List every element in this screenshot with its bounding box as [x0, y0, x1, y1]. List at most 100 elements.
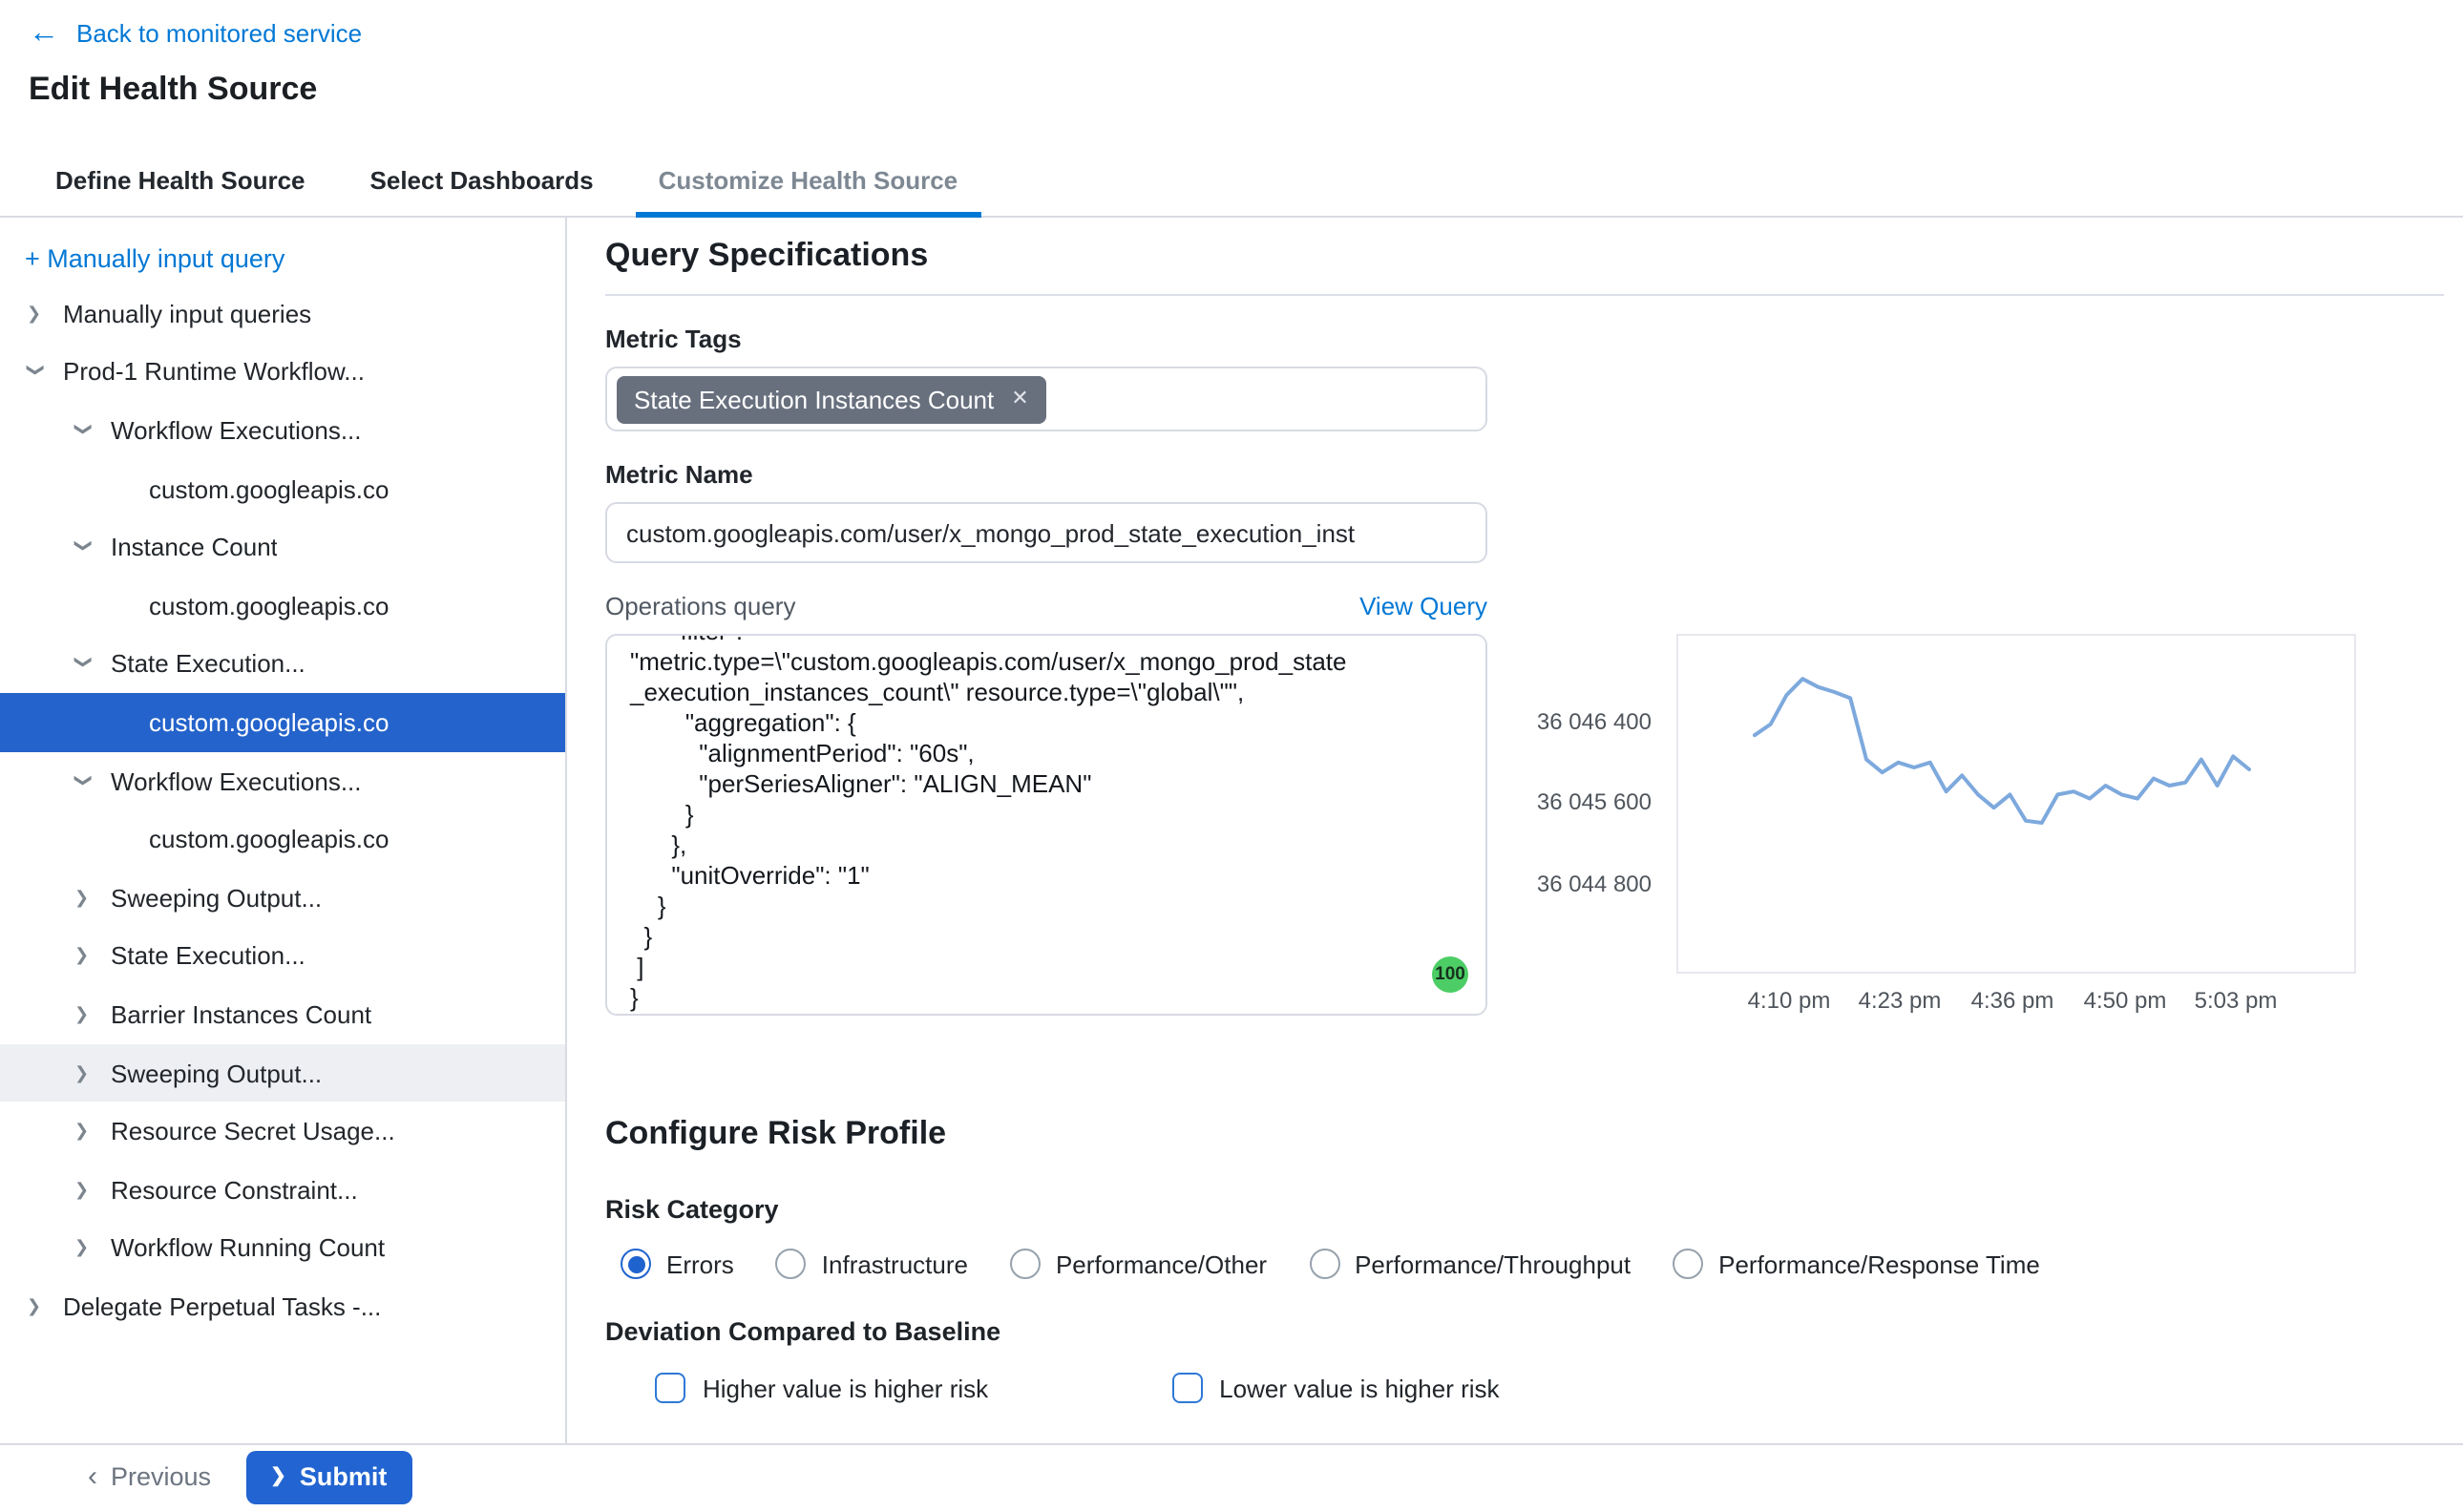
tree-item[interactable]: ❯ Workflow Executions... [0, 752, 565, 810]
tree-item-label: Workflow Running Count [111, 1234, 385, 1263]
chevron-down-icon[interactable]: ❯ [74, 422, 92, 441]
tree-item[interactable]: ❯ Workflow Running Count [0, 1219, 565, 1277]
query-and-chart-row: "filter": "metric.type=\"custom.googleap… [605, 634, 2444, 1016]
back-link[interactable]: ← Back to monitored service [29, 19, 362, 48]
add-manual-query-link[interactable]: + Manually input query [25, 244, 284, 273]
chevron-right-icon[interactable]: ❯ [74, 1123, 94, 1140]
submit-button-label: Submit [300, 1462, 388, 1491]
chart-svg [1678, 636, 2358, 976]
tree-item-label: Resource Secret Usage... [111, 1117, 395, 1145]
tree-item-label: Prod-1 Runtime Workflow... [63, 358, 365, 387]
edit-health-source-page: ← Back to monitored service Edit Health … [0, 0, 2463, 1512]
chevron-right-icon: ❯ [270, 1467, 286, 1486]
tree-item-label: Sweeping Output... [111, 1059, 322, 1087]
submit-button[interactable]: ❯ Submit [245, 1450, 411, 1503]
tree-item[interactable]: ❯ Resource Constraint... [0, 1161, 565, 1219]
chart-xtick-label: 4:10 pm [1748, 987, 1831, 1014]
checkbox-lower-value-higher-risk[interactable]: Lower value is higher risk [1171, 1373, 1499, 1403]
chart-ytick-label: 36 046 400 [1537, 708, 1652, 735]
tree-item[interactable]: ❯ State Execution... [0, 927, 565, 985]
radio-icon[interactable] [1010, 1249, 1041, 1279]
chevron-down-icon[interactable]: ❯ [74, 772, 92, 791]
checkbox-icon[interactable] [655, 1373, 685, 1403]
tree-item[interactable]: ❯ Prod-1 Runtime Workflow... [0, 343, 565, 401]
radio-errors[interactable]: Errors [621, 1249, 734, 1279]
chart-xtick-label: 4:23 pm [1859, 987, 1942, 1014]
checkbox-icon[interactable] [1171, 1373, 1202, 1403]
records-count-badge: 100 [1432, 956, 1468, 993]
radio-performance-other[interactable]: Performance/Other [1010, 1249, 1267, 1279]
chevron-right-icon[interactable]: ❯ [74, 889, 94, 906]
view-query-link[interactable]: View Query [1359, 592, 1487, 620]
tree-item-label: custom.googleapis.co [149, 708, 389, 737]
chevron-right-icon[interactable]: ❯ [74, 1240, 94, 1257]
tree-item-label: Workflow Executions... [111, 416, 362, 445]
wizard-tabs: Define Health Source Select Dashboards C… [0, 145, 2463, 218]
tree-item-label: custom.googleapis.co [149, 474, 389, 503]
chevron-down-icon[interactable]: ❯ [27, 364, 44, 383]
tree-item[interactable]: ❯ Resource Secret Usage... [0, 1102, 565, 1161]
tree-item-label: Workflow Executions... [111, 766, 362, 795]
tree-item-label: Sweeping Output... [111, 883, 322, 912]
tree-item[interactable]: ❯ Instance Count [0, 518, 565, 577]
radio-performance-throughput[interactable]: Performance/Throughput [1309, 1249, 1631, 1279]
tree-item[interactable]: custom.googleapis.co [0, 577, 565, 635]
deviation-options: Higher value is higher risk Lower value … [605, 1373, 2444, 1403]
metric-name-label: Metric Name [605, 460, 2444, 489]
radio-icon[interactable] [776, 1249, 807, 1279]
metric-tags-input[interactable]: State Execution Instances Count ✕ [605, 367, 1487, 431]
tree-item[interactable]: ❯ Delegate Perpetual Tasks -... [0, 1277, 565, 1335]
tab-select-dashboards[interactable]: Select Dashboards [347, 145, 617, 216]
tree-item[interactable]: ❯ Sweeping Output... [0, 1043, 565, 1102]
radio-infrastructure[interactable]: Infrastructure [776, 1249, 968, 1279]
chevron-down-icon[interactable]: ❯ [74, 538, 92, 557]
tree-item[interactable]: ❯ Workflow Executions... [0, 401, 565, 459]
tree-item-selected[interactable]: custom.googleapis.co [0, 693, 565, 751]
chevron-down-icon[interactable]: ❯ [74, 656, 92, 675]
radio-performance-response-time[interactable]: Performance/Response Time [1673, 1249, 2040, 1279]
previous-button-label: Previous [111, 1462, 211, 1491]
tree-item[interactable]: custom.googleapis.co [0, 460, 565, 518]
metric-name-input[interactable] [605, 502, 1487, 563]
tree-item[interactable]: ❯ Sweeping Output... [0, 869, 565, 927]
chart-xtick-label: 5:03 pm [2195, 987, 2278, 1014]
page-header: ← Back to monitored service Edit Health … [0, 0, 2463, 109]
chevron-right-icon[interactable]: ❯ [27, 305, 46, 323]
tab-define-health-source[interactable]: Define Health Source [32, 145, 328, 216]
chevron-right-icon[interactable]: ❯ [74, 948, 94, 965]
previous-button[interactable]: ‹ Previous [88, 1462, 211, 1491]
metric-tag-chip-label: State Execution Instances Count [634, 385, 994, 413]
tree-item[interactable]: ❯ State Execution... [0, 635, 565, 693]
radio-icon[interactable] [621, 1249, 651, 1279]
tree-item[interactable]: ❯ Manually input queries [0, 284, 565, 343]
chevron-right-icon[interactable]: ❯ [74, 1181, 94, 1198]
operations-query-row: Operations query View Query [605, 592, 1487, 620]
back-arrow-icon: ← [29, 20, 59, 47]
footer-bar: ‹ Previous ❯ Submit [0, 1445, 2463, 1508]
tree-item-label: custom.googleapis.co [149, 592, 389, 620]
section-divider [605, 294, 2444, 296]
remove-tag-icon[interactable]: ✕ [1011, 388, 1028, 410]
back-link-label: Back to monitored service [76, 19, 362, 48]
tree-item[interactable]: custom.googleapis.co [0, 810, 565, 869]
metric-line-chart: 36 046 400 36 045 600 36 044 800 4:10 pm… [1676, 634, 2356, 974]
tab-customize-health-source[interactable]: Customize Health Source [636, 145, 981, 216]
chevron-right-icon[interactable]: ❯ [74, 1006, 94, 1023]
metric-tag-chip[interactable]: State Execution Instances Count ✕ [617, 375, 1046, 423]
checkbox-higher-value-higher-risk[interactable]: Higher value is higher risk [655, 1373, 988, 1403]
radio-icon[interactable] [1673, 1249, 1703, 1279]
tree-item[interactable]: ❯ Barrier Instances Count [0, 985, 565, 1043]
chart-xtick-label: 4:50 pm [2084, 987, 2167, 1014]
tree-item-label: State Execution... [111, 942, 305, 971]
chevron-right-icon[interactable]: ❯ [74, 1064, 94, 1082]
risk-category-options: Errors Infrastructure Performance/Other … [605, 1249, 2444, 1279]
radio-icon[interactable] [1309, 1249, 1339, 1279]
chevron-right-icon[interactable]: ❯ [27, 1298, 46, 1315]
operations-query-textarea[interactable]: "filter": "metric.type=\"custom.googleap… [605, 634, 1487, 1016]
chart-ytick-label: 36 044 800 [1537, 871, 1652, 897]
chevron-left-icon: ‹ [88, 1462, 97, 1491]
chart-plot-area [1676, 634, 2356, 974]
radio-label: Performance/Other [1056, 1250, 1267, 1278]
main-panel: Query Specifications Metric Tags State E… [567, 218, 2463, 1443]
tree-item-label: State Execution... [111, 650, 305, 679]
